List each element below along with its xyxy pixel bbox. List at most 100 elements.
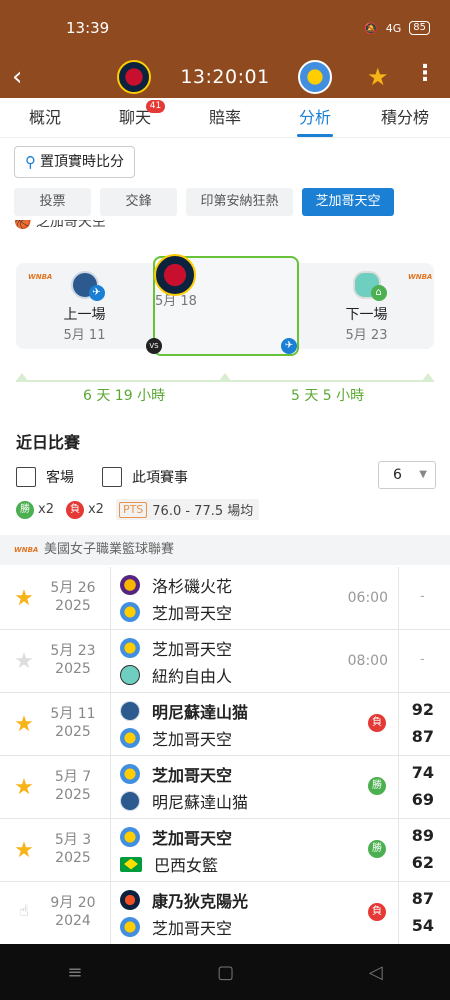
tab-overview[interactable]: 概況 — [0, 98, 90, 137]
status-icons: 🔕 4G 85 — [364, 21, 430, 35]
tab-chat[interactable]: 聊天 41 — [90, 98, 180, 137]
game-row[interactable]: ★ 5月 11 2025 明尼蘇達山猫 芝加哥天空 負 92 87 — [0, 693, 450, 756]
sun-logo — [120, 890, 140, 910]
favorite-star-icon[interactable]: ★ — [12, 712, 36, 737]
sky-logo — [120, 764, 140, 784]
game-row[interactable]: ★ 5月 7 2025 芝加哥天空 明尼蘇達山猫 勝 74 69 — [0, 756, 450, 819]
favorite-star-icon[interactable]: ★ — [12, 586, 36, 611]
game-count-select[interactable]: 6 ▼ — [378, 461, 436, 489]
chevron-left-icon[interactable]: ‹ — [12, 62, 42, 92]
game-date: 5月 23 2025 — [50, 643, 96, 677]
game-time: 06:00 — [347, 590, 388, 606]
home-icon: ⌂ — [370, 285, 387, 301]
away-score: 69 — [411, 790, 434, 809]
away-team: 芝加哥天空 — [120, 600, 232, 624]
lynx-logo — [120, 791, 140, 811]
game-row[interactable]: ★ 5月 23 2025 芝加哥天空 紐約自由人 08:00 - — [0, 630, 450, 693]
result-badge: 勝 — [368, 840, 386, 858]
favorite-star-icon[interactable]: ★ — [12, 838, 36, 863]
status-time: 13:39 — [66, 19, 110, 37]
away-score: 54 — [411, 916, 434, 935]
loss-badge: 負 — [65, 500, 84, 519]
favorite-star-icon[interactable]: ★ — [367, 63, 389, 91]
home-score: 74 — [411, 763, 434, 782]
away-only-checkbox[interactable] — [16, 467, 36, 487]
game-row[interactable]: ★ 5月 26 2025 洛杉磯火花 芝加哥天空 06:00 - — [0, 567, 450, 630]
home-icon[interactable]: ▢ — [217, 962, 234, 983]
recent-apps-icon[interactable]: ≡ — [67, 962, 82, 983]
home-score: 92 — [411, 700, 434, 719]
away-team: 紐約自由人 — [120, 663, 232, 687]
previous-game[interactable]: ✈ 上一場 5月 11 — [16, 263, 153, 349]
chevron-down-icon: ▼ — [419, 469, 427, 480]
loss-count: x2 — [87, 502, 104, 517]
away-team-logo[interactable] — [298, 60, 332, 94]
home-team-logo[interactable] — [117, 60, 151, 94]
sky-logo — [120, 638, 140, 658]
home-score: 87 — [411, 889, 434, 908]
filter-vote[interactable]: 投票 — [14, 188, 91, 216]
rest-after: 5 天 5 小時 — [291, 388, 365, 404]
tab-bar: 概況 聊天 41 賠率 分析 積分榜 — [0, 98, 450, 138]
sky-logo — [120, 602, 140, 622]
away-score: 87 — [411, 727, 434, 746]
system-nav-bar: ≡ ▢ ◁ — [0, 944, 450, 1000]
more-vertical-icon[interactable]: ⋮ — [414, 62, 436, 86]
schedule-card: WNBA ✈ 上一場 5月 11 WNBA VS ✈ 本場 5月 18 ⌂ 下一… — [16, 254, 434, 356]
away-team: 明尼蘇達山猫 — [120, 789, 248, 813]
result-badge: 勝 — [368, 777, 386, 795]
away-team: 芝加哥天空 — [120, 726, 232, 750]
home-team: 芝加哥天空 — [120, 825, 232, 849]
away-plane-icon: ✈ — [88, 285, 105, 301]
chat-count-badge: 41 — [145, 100, 166, 113]
game-date: 5月 3 2025 — [54, 832, 92, 866]
vs-badge: VS — [146, 338, 162, 354]
away-team: 芝加哥天空 — [120, 915, 232, 939]
filter-indiana-fever[interactable]: 印第安納狂熱 — [186, 188, 293, 216]
match-header: ‹ 13:20:01 ★ ⋮ — [0, 56, 450, 98]
tab-odds[interactable]: 賠率 — [180, 98, 270, 137]
brazil-logo — [120, 856, 142, 872]
result-badge: 負 — [368, 903, 386, 921]
home-team: 芝加哥天空 — [120, 636, 232, 660]
lynx-logo — [120, 701, 140, 721]
game-date: 5月 7 2025 — [54, 769, 92, 803]
tab-analysis[interactable]: 分析 — [270, 98, 360, 137]
analysis-filter-row: 投票 交鋒 印第安納狂熱 芝加哥天空 — [14, 188, 394, 216]
game-row[interactable]: ☝ 9月 20 2024 康乃狄克陽光 芝加哥天空 負 87 54 — [0, 882, 450, 945]
filter-chicago-sky[interactable]: 芝加哥天空 — [302, 188, 394, 216]
mute-icon: 🔕 — [364, 21, 378, 35]
score-placeholder: - — [420, 652, 425, 667]
favorite-star-icon[interactable]: ★ — [12, 775, 36, 800]
signal-icon: 4G — [385, 21, 402, 35]
home-team: 明尼蘇達山猫 — [120, 699, 248, 723]
section-title-partial: 🏀 芝加哥天空 — [14, 220, 106, 230]
away-plane-icon: ✈ — [281, 338, 297, 354]
liberty-logo — [120, 665, 140, 685]
game-row[interactable]: ★ 5月 3 2025 芝加哥天空 巴西女籃 勝 89 62 — [0, 819, 450, 882]
tap-hint-icon[interactable]: ☝ — [12, 901, 36, 920]
current-game[interactable]: WNBA VS ✈ 本場 5月 18 — [146, 254, 299, 356]
wnba-logo: WNBA — [14, 546, 39, 554]
favorite-star-icon[interactable]: ★ — [12, 649, 36, 674]
filter-h2h[interactable]: 交鋒 — [100, 188, 177, 216]
home-team: 洛杉磯火花 — [120, 573, 232, 597]
tab-standings[interactable]: 積分榜 — [360, 98, 450, 137]
recent-filters: 客場 此項賽事 6 ▼ — [16, 461, 436, 490]
away-score: 62 — [411, 853, 434, 872]
sky-logo — [120, 917, 140, 937]
pin-live-score-button[interactable]: ⚲ 置頂實時比分 — [14, 146, 135, 178]
points-average: PTS 76.0 - 77.5 場均 — [115, 499, 260, 520]
rest-timeline: 6 天 19 小時 5 天 5 小時 — [16, 370, 434, 404]
games-list: ★ 5月 26 2025 洛杉磯火花 芝加哥天空 06:00 - ★ 5月 23 … — [0, 567, 450, 945]
pts-tag: PTS — [118, 501, 148, 518]
back-icon[interactable]: ◁ — [369, 962, 383, 983]
recent-games-title: 近日比賽 — [16, 433, 81, 452]
score-placeholder: - — [420, 589, 425, 604]
game-date: 9月 20 2024 — [50, 895, 96, 929]
home-team: 芝加哥天空 — [120, 762, 232, 786]
game-date: 5月 26 2025 — [50, 580, 96, 614]
same-competition-checkbox[interactable] — [102, 467, 122, 487]
home-team: 康乃狄克陽光 — [120, 888, 248, 912]
sparks-logo — [120, 575, 140, 595]
